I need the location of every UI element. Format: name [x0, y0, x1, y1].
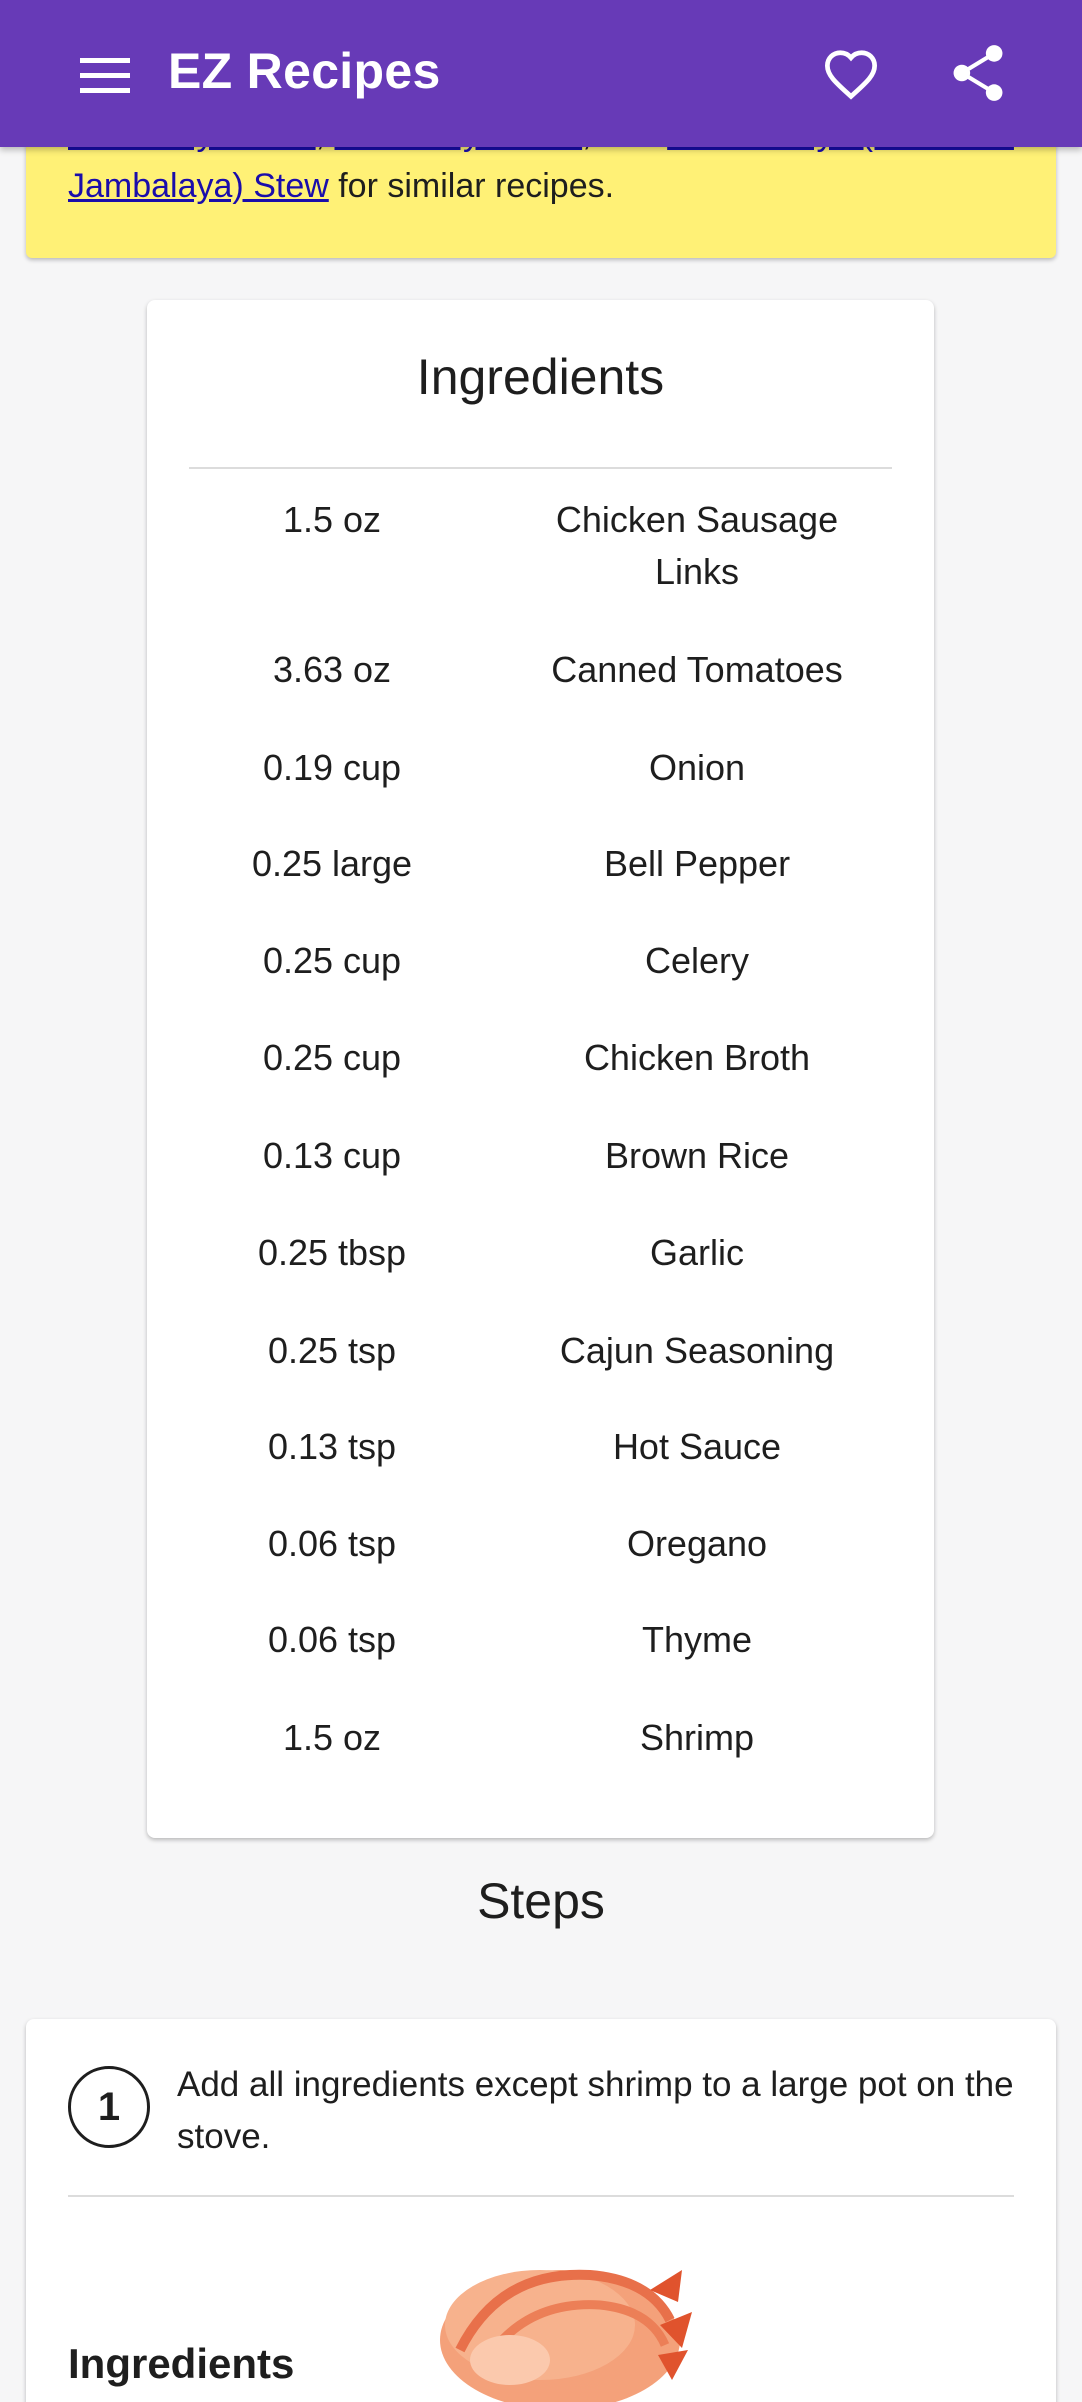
- ingredient-name: Chicken Sausage Links: [555, 499, 839, 592]
- ingredient-quantity: 0.13 tsp: [267, 1426, 397, 1467]
- ingredient-name: Bell Pepper: [603, 843, 791, 884]
- heart-outline-icon: [824, 50, 878, 100]
- ingredients-title: Ingredients: [416, 349, 665, 405]
- ingredient-name: Onion: [648, 747, 746, 788]
- ingredient-name: Chicken Broth: [583, 1037, 811, 1078]
- favorite-button[interactable]: [818, 40, 884, 106]
- ingredient-name: Cajun Seasoning: [559, 1330, 835, 1371]
- ingredient-name: Oregano: [626, 1523, 768, 1564]
- ingredient-quantity: 0.25 large: [251, 843, 413, 884]
- share-button[interactable]: [945, 40, 1011, 106]
- ingredient-quantity: 0.25 tbsp: [257, 1232, 407, 1273]
- ingredient-name: Shrimp: [639, 1717, 755, 1758]
- ingredient-name: Celery: [644, 940, 750, 981]
- ingredient-quantity: 0.25 tsp: [267, 1330, 397, 1371]
- ingredient-quantity: 1.5 oz: [282, 499, 382, 540]
- ingredient-name: Hot Sauce: [612, 1426, 782, 1467]
- divider: [68, 2195, 1014, 2197]
- shrimp-image: [440, 2269, 692, 2402]
- app-title: EZ Recipes: [168, 43, 441, 99]
- ingredient-quantity: 0.06 tsp: [267, 1523, 397, 1564]
- notice-tail: for similar recipes.: [328, 167, 615, 205]
- step-ingredients-heading: Ingredients: [68, 2340, 295, 2387]
- steps-heading: Steps: [477, 1873, 605, 1929]
- ingredient-quantity: 0.19 cup: [262, 747, 402, 788]
- share-icon: [953, 45, 1003, 101]
- step-number-badge: 1: [68, 2066, 150, 2148]
- ingredient-name: Brown Rice: [604, 1135, 790, 1176]
- ingredient-quantity: 1.5 oz: [282, 1717, 382, 1758]
- hamburger-menu-icon: [80, 58, 130, 93]
- ingredient-quantity: 0.13 cup: [262, 1135, 402, 1176]
- ingredients-card: Ingredients 1.5 oz Chicken Sausage Links…: [147, 300, 934, 1838]
- divider: [189, 467, 892, 469]
- ingredient-name: Thyme: [641, 1619, 753, 1660]
- ingredient-quantity: 3.63 oz: [272, 649, 392, 690]
- menu-button[interactable]: [70, 44, 140, 104]
- ingredient-name: Garlic: [649, 1232, 744, 1273]
- ingredient-quantity: 0.06 tsp: [267, 1619, 397, 1660]
- ingredient-quantity: 0.25 cup: [262, 1037, 402, 1078]
- app-bar: EZ Recipes: [0, 0, 1082, 147]
- ingredient-name: Canned Tomatoes: [551, 649, 843, 690]
- step-instruction: Add all ingredients except shrimp to a l…: [177, 2065, 1014, 2156]
- ingredient-quantity: 0.25 cup: [262, 940, 402, 981]
